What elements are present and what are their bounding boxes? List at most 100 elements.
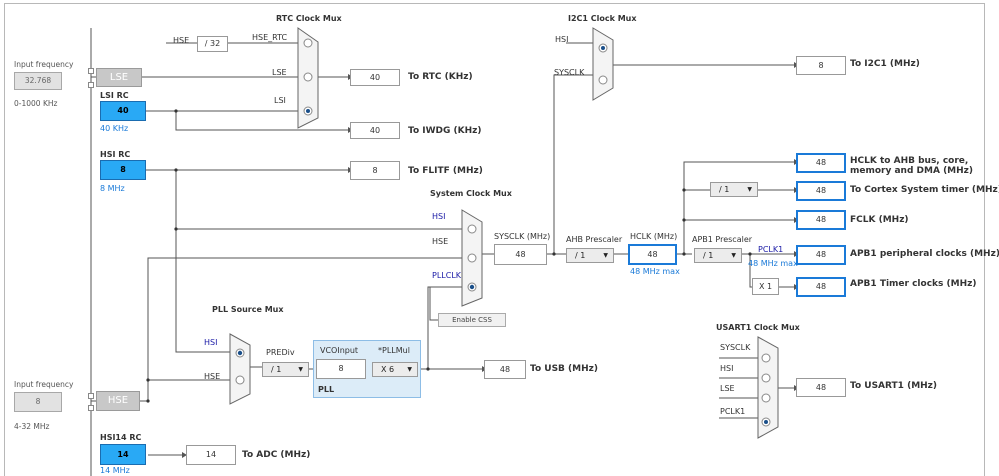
- to-rtc-label: To RTC (KHz): [408, 72, 473, 82]
- hsi14-rc-box[interactable]: 14: [100, 444, 146, 465]
- pllmul-select[interactable]: X 6 ▼: [372, 362, 418, 377]
- usb-frequency-value: 48: [484, 360, 526, 379]
- pll-hse-input-label: HSE: [204, 372, 221, 381]
- apb1-timer-clocks-value[interactable]: 48: [796, 277, 846, 297]
- sysclk-value: 48: [494, 244, 547, 265]
- ahb-prescaler-label: AHB Prescaler: [566, 235, 623, 244]
- sys-pllclk-input-label: PLLCLK: [432, 271, 462, 280]
- hclk-ahb-label-line2: memory and DMA (MHz): [850, 166, 974, 176]
- hse-input-frequency-field[interactable]: 8: [14, 392, 62, 412]
- prediv-value: / 1: [271, 365, 282, 374]
- lse-input-frequency-label: Input frequency: [14, 60, 74, 69]
- pll-label: PLL: [318, 385, 335, 394]
- ahb-prescaler-select[interactable]: / 1 ▼: [566, 248, 614, 263]
- hclk-label: HCLK (MHz): [630, 232, 678, 241]
- vco-input-label: VCOInput: [320, 346, 359, 355]
- connector-point: [88, 68, 94, 74]
- prediv-select[interactable]: / 1 ▼: [262, 362, 309, 377]
- usart1-frequency-value: 48: [796, 378, 846, 397]
- hsi14-rc-label: HSI14 RC: [100, 433, 142, 442]
- cortex-timer-divider-value: / 1: [719, 185, 730, 194]
- enable-css-button[interactable]: Enable CSS: [438, 313, 506, 327]
- cortex-system-timer-label: To Cortex System timer (MHz): [850, 185, 999, 195]
- chevron-down-icon: ▼: [603, 252, 608, 259]
- lsi-frequency-text: 40 KHz: [100, 124, 129, 133]
- chevron-down-icon: ▼: [298, 366, 303, 373]
- hse-oscillator-box[interactable]: HSE: [96, 391, 140, 411]
- pclk1-label: PCLK1: [758, 245, 784, 254]
- pll-source-mux: [229, 333, 251, 405]
- hse-rtc-divider[interactable]: / 32: [197, 36, 228, 52]
- hclk-value[interactable]: 48: [628, 244, 677, 265]
- hclk-ahb-label: HCLK to AHB bus, core,: [850, 156, 969, 166]
- lsi-rc-label: LSI RC: [100, 91, 129, 100]
- vco-input-value: 8: [316, 359, 366, 379]
- lse-input-frequency-field[interactable]: 32.768: [14, 72, 62, 90]
- hsi-rc-label: HSI RC: [100, 150, 131, 159]
- apb1-timer-clocks-label: APB1 Timer clocks (MHz): [850, 279, 977, 289]
- flitf-frequency-value: 8: [350, 161, 400, 180]
- usart1-pclk1-input-label: PCLK1: [720, 407, 746, 416]
- apb1-peripheral-clocks-value[interactable]: 48: [796, 245, 846, 265]
- hsi14-frequency-text: 14 MHz: [100, 466, 130, 475]
- usart1-mux-title: USART1 Clock Mux: [716, 323, 800, 332]
- to-adc-label: To ADC (MHz): [242, 450, 311, 460]
- hse-input-frequency-label: Input frequency: [14, 380, 74, 389]
- usart1-lse-input-label: LSE: [720, 384, 735, 393]
- lse-range-label: 0-1000 KHz: [14, 99, 58, 108]
- cortex-timer-divider-select[interactable]: / 1 ▼: [710, 182, 758, 197]
- hse-rtc-label: HSE_RTC: [252, 33, 288, 42]
- connector-point: [88, 405, 94, 411]
- to-iwdg-label: To IWDG (KHz): [408, 126, 482, 136]
- lse-oscillator-box[interactable]: LSE: [96, 68, 142, 87]
- cortex-system-timer-value[interactable]: 48: [796, 181, 846, 201]
- system-mux-title: System Clock Mux: [430, 189, 512, 198]
- sys-hse-input-label: HSE: [432, 237, 449, 246]
- apb1-prescaler-value: / 1: [703, 251, 714, 260]
- to-usb-label: To USB (MHz): [530, 364, 598, 374]
- i2c1-sysclk-input-label: SYSCLK: [554, 68, 585, 77]
- apb1-peripheral-clocks-label: APB1 peripheral clocks (MHz): [850, 249, 999, 259]
- fclk-value[interactable]: 48: [796, 210, 846, 230]
- pclk1-max-text: 48 MHz max: [748, 259, 798, 268]
- chevron-down-icon: ▼: [731, 252, 736, 259]
- hclk-max-text: 48 MHz max: [630, 267, 680, 276]
- iwdg-frequency-value: 40: [350, 122, 400, 139]
- pllmul-value: X 6: [381, 365, 395, 374]
- pll-source-mux-title: PLL Source Mux: [212, 305, 284, 314]
- i2c1-mux-title: I2C1 Clock Mux: [568, 14, 637, 23]
- fclk-label: FCLK (MHz): [850, 215, 909, 225]
- sysclk-label: SYSCLK (MHz): [494, 232, 551, 241]
- apb1-prescaler-select[interactable]: / 1 ▼: [694, 248, 742, 263]
- ahb-prescaler-value: / 1: [575, 251, 586, 260]
- i2c1-hsi-input-label: HSI: [555, 35, 569, 44]
- pll-hsi-input-label: HSI: [204, 338, 218, 347]
- apb1-timer-multiplier: X 1: [752, 278, 779, 295]
- pllmul-label: *PLLMul: [378, 346, 410, 355]
- hse-range-label: 4-32 MHz: [14, 422, 50, 431]
- to-usart1-label: To USART1 (MHz): [850, 381, 938, 391]
- rtc-mux-title: RTC Clock Mux: [276, 14, 342, 23]
- prediv-label: PREDiv: [266, 348, 295, 357]
- to-i2c1-label: To I2C1 (MHz): [850, 59, 920, 69]
- connector-point: [88, 393, 94, 399]
- clock-configuration-diagram: RTC Clock Mux I2C1 Clock Mux System Cloc…: [0, 0, 999, 476]
- rtc-frequency-value: 40: [350, 69, 400, 86]
- i2c1-frequency-value: 8: [796, 56, 846, 75]
- usart1-sysclk-input-label: SYSCLK: [720, 343, 751, 352]
- usart1-hsi-input-label: HSI: [720, 364, 734, 373]
- lsi-rc-box[interactable]: 40: [100, 101, 146, 121]
- hsi-rc-box[interactable]: 8: [100, 160, 146, 180]
- rtc-hse-input-label: HSE: [173, 36, 190, 45]
- i2c1-clock-mux: [592, 27, 614, 101]
- to-flitf-label: To FLITF (MHz): [408, 166, 483, 176]
- connector-point: [88, 82, 94, 88]
- hsi-frequency-text: 8 MHz: [100, 184, 125, 193]
- rtc-lsi-input-label: LSI: [274, 96, 286, 105]
- rtc-lse-input-label: LSE: [272, 68, 287, 77]
- chevron-down-icon: ▼: [407, 366, 412, 373]
- apb1-prescaler-label: APB1 Prescaler: [692, 235, 753, 244]
- hclk-ahb-value[interactable]: 48: [796, 153, 846, 173]
- sys-hsi-input-label: HSI: [432, 212, 446, 221]
- adc-frequency-value: 14: [186, 445, 236, 465]
